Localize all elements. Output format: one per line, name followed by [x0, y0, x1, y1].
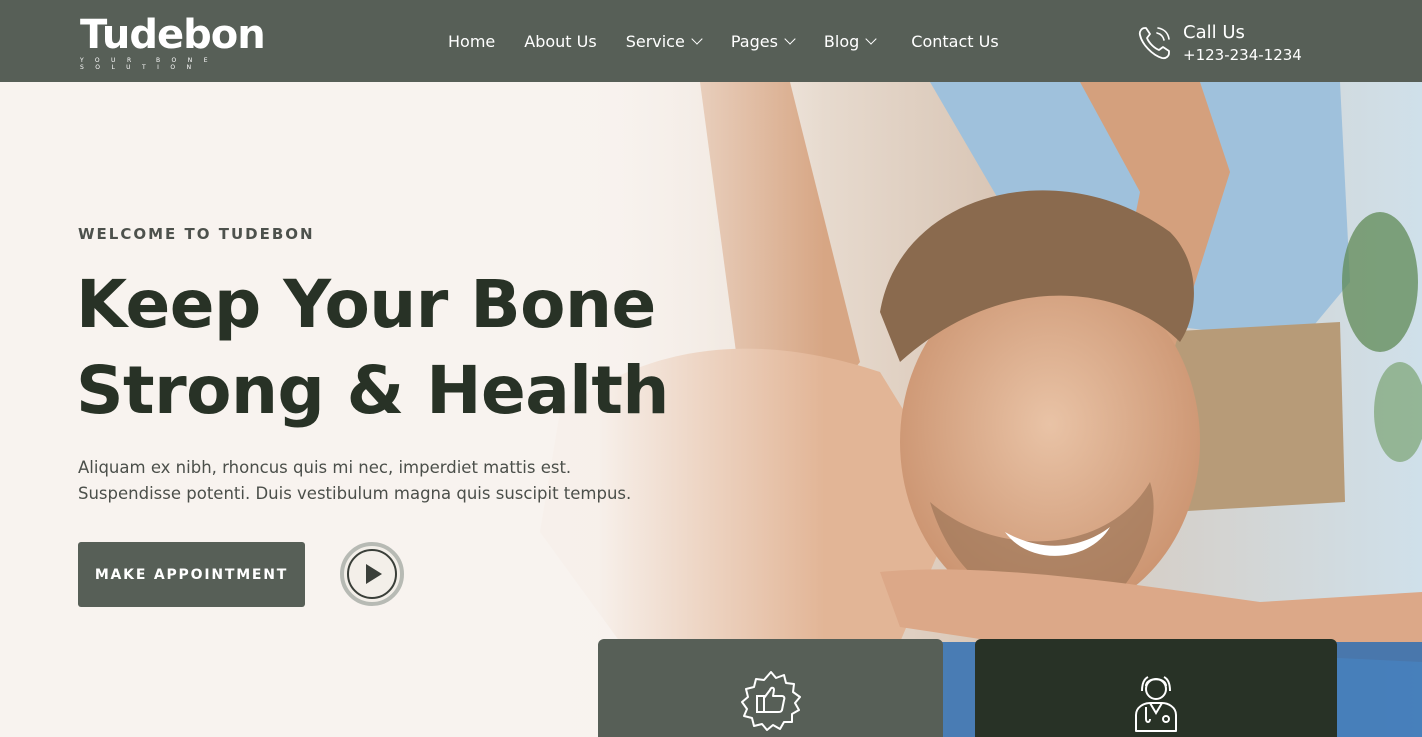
hero-section: WELCOME TO TUDEBON Keep Your Bone Strong… [0, 82, 1422, 737]
hero-eyebrow: WELCOME TO TUDEBON [78, 225, 315, 243]
nav-item-contact-us[interactable]: Contact Us [911, 32, 998, 51]
nav-item-label: Home [448, 31, 496, 51]
nav-item-label: Contact Us [911, 31, 999, 51]
nav-item-label: Blog [823, 31, 860, 51]
nav-item-home[interactable]: Home [448, 32, 495, 51]
nav-item-label: Service [625, 31, 685, 51]
play-icon [366, 564, 382, 584]
logo-tagline: YOUR BONE SOLUTION [80, 57, 220, 71]
site-header: Tudebon YOUR BONE SOLUTION Home About Us… [0, 0, 1422, 82]
nav-item-about-us[interactable]: About Us [524, 32, 596, 51]
play-icon-ring [347, 549, 397, 599]
logo-wordmark: Tudebon [80, 12, 266, 58]
hero-headline: Keep Your Bone Strong & Health [76, 262, 716, 434]
make-appointment-button[interactable]: MAKE APPOINTMENT [78, 542, 305, 607]
hero-headline-line-2: Strong & Health [76, 352, 669, 429]
call-us-text: Call Us +123-234-1234 [1183, 21, 1302, 65]
feature-card-quality[interactable] [598, 639, 943, 737]
award-thumbs-up-icon [740, 671, 801, 731]
call-us-title: Call Us [1183, 22, 1245, 43]
site-logo[interactable]: Tudebon YOUR BONE SOLUTION [80, 12, 310, 71]
doctor-icon [1135, 676, 1177, 732]
nav-item-label: Pages [730, 31, 778, 51]
feature-card-doctors[interactable] [975, 639, 1337, 737]
hero-description: Aliquam ex nibh, rhoncus quis mi nec, im… [78, 458, 632, 503]
chevron-down-icon [784, 32, 796, 45]
chevron-down-icon [865, 32, 877, 45]
main-nav: Home About Us Service Pages Blog Contact… [448, 0, 999, 82]
nav-item-pages[interactable]: Pages [730, 31, 796, 51]
phone-icon [1138, 27, 1170, 60]
chevron-down-icon [691, 32, 703, 45]
call-us-link[interactable]: Call Us +123-234-1234 [1137, 20, 1302, 66]
nav-item-service[interactable]: Service [625, 31, 703, 51]
play-video-button[interactable] [340, 542, 404, 606]
call-us-phone: +123-234-1234 [1183, 46, 1302, 64]
nav-item-label: About Us [524, 31, 597, 51]
hero-headline-line-1: Keep Your Bone [76, 266, 656, 343]
nav-item-blog[interactable]: Blog [823, 31, 877, 51]
